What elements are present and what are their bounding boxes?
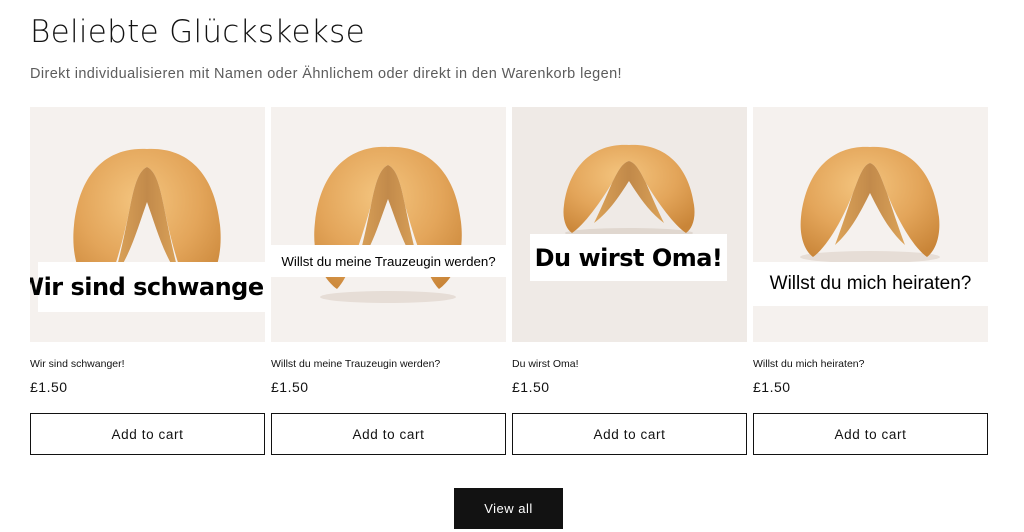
fortune-cookie-image: [314, 146, 462, 303]
view-all-button[interactable]: View all: [454, 488, 563, 529]
product-grid: Wir sind schwanger! Wir sind schwanger! …: [30, 107, 988, 457]
section-subtitle: Direkt individualisieren mit Namen oder …: [30, 66, 622, 82]
product-image[interactable]: Willst du meine Trauzeugin werden?: [271, 107, 506, 342]
product-title[interactable]: Willst du meine Trauzeugin werden?: [271, 358, 440, 370]
product-card-heiraten: Willst du mich heiraten? Willst du mich …: [753, 107, 988, 457]
product-title[interactable]: Willst du mich heiraten?: [753, 358, 864, 370]
add-to-cart-button[interactable]: Add to cart: [271, 413, 506, 455]
image-caption: Wir sind schwanger!: [30, 262, 265, 312]
product-title[interactable]: Wir sind schwanger!: [30, 358, 125, 370]
product-price: £1.50: [271, 379, 309, 395]
add-to-cart-button[interactable]: Add to cart: [753, 413, 988, 455]
product-image[interactable]: Wir sind schwanger!: [30, 107, 265, 342]
add-to-cart-button[interactable]: Add to cart: [30, 413, 265, 455]
image-caption: Willst du mich heiraten?: [753, 262, 988, 306]
image-caption: Willst du meine Trauzeugin werden?: [271, 245, 506, 277]
fortune-cookie-image: [800, 146, 940, 263]
image-caption: Du wirst Oma!: [530, 234, 727, 281]
product-price: £1.50: [753, 379, 791, 395]
product-card-du-wirst-oma: Du wirst Oma! Du wirst Oma! £1.50 Add to…: [512, 107, 747, 457]
add-to-cart-button[interactable]: Add to cart: [512, 413, 747, 455]
product-image[interactable]: Willst du mich heiraten?: [753, 107, 988, 342]
product-price: £1.50: [30, 379, 68, 395]
fortune-cookie-image: [563, 144, 695, 238]
product-price: £1.50: [512, 379, 550, 395]
product-title[interactable]: Du wirst Oma!: [512, 358, 579, 370]
product-card-trauzeugin: Willst du meine Trauzeugin werden? Wills…: [271, 107, 506, 457]
product-card-wir-sind-schwanger: Wir sind schwanger! Wir sind schwanger! …: [30, 107, 265, 457]
product-image[interactable]: Du wirst Oma!: [512, 107, 747, 342]
section-title: Beliebte Glückskekse: [30, 14, 365, 50]
